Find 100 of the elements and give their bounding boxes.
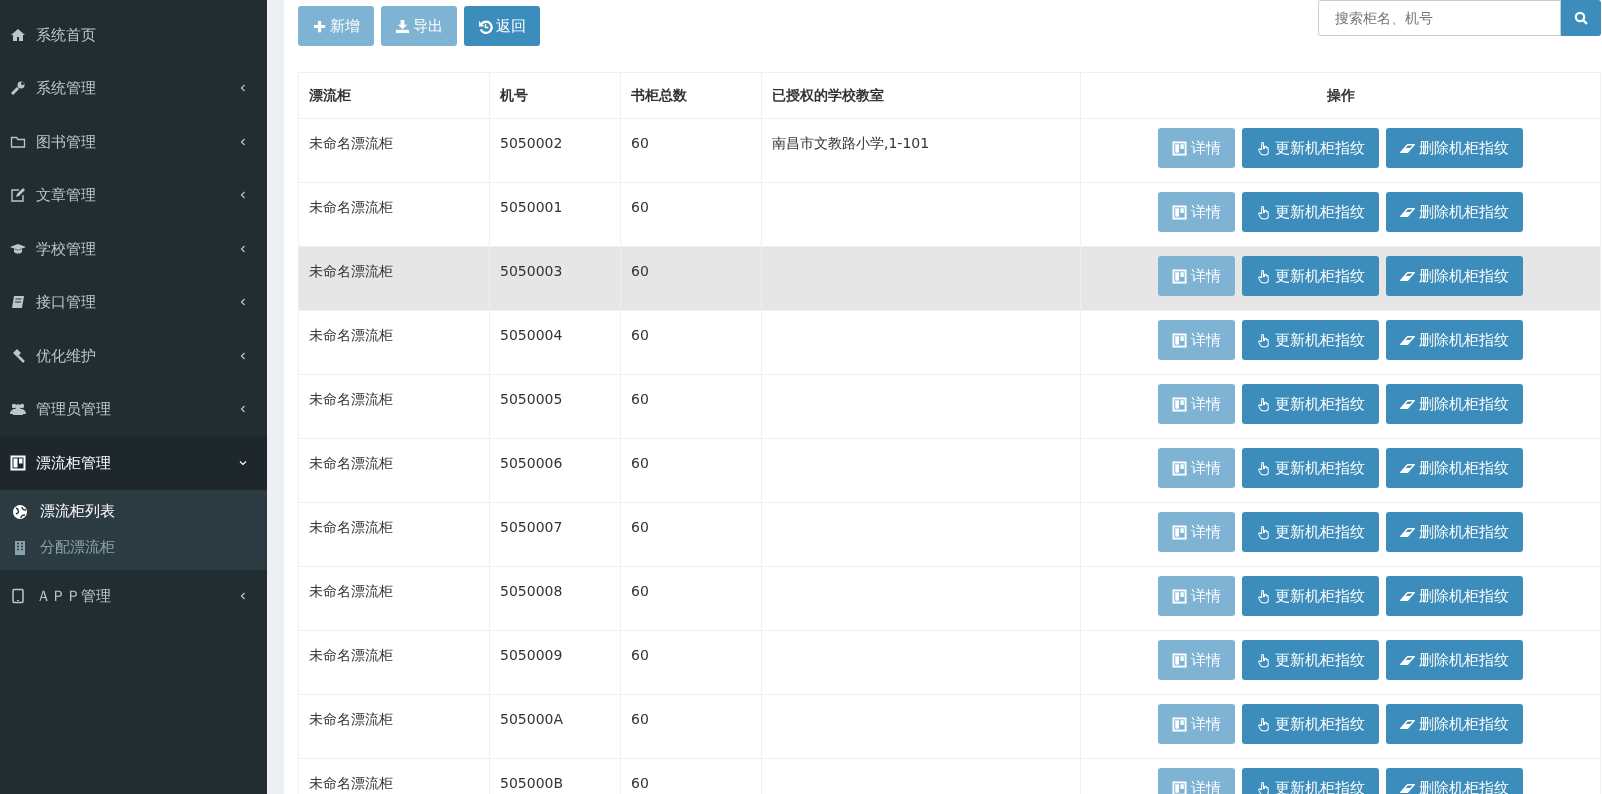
table-cell: 5050003 [500, 263, 563, 279]
sidebar-item[interactable]: 管理员管理 [0, 382, 267, 436]
row-action-button[interactable]: 更新机柜指纹 [1242, 256, 1379, 296]
table-cell: 未命名漂流柜 [309, 519, 393, 535]
edit-icon [10, 187, 26, 204]
table-cell: 未命名漂流柜 [309, 775, 393, 791]
table-cell: 未命名漂流柜 [309, 583, 393, 599]
globe-icon [12, 503, 28, 520]
row-action-button[interactable]: 删除机柜指纹 [1386, 192, 1523, 232]
table-cell: 未命名漂流柜 [309, 199, 393, 215]
sidebar-item[interactable]: 学校管理 [0, 222, 267, 276]
row-action-button[interactable]: 更新机柜指纹 [1242, 384, 1379, 424]
row-action-button[interactable]: 删除机柜指纹 [1386, 704, 1523, 744]
board-icon [1172, 140, 1187, 156]
table-cell: 60 [631, 327, 649, 343]
board-icon [1172, 460, 1187, 476]
building-icon [12, 539, 28, 556]
submenu-item[interactable]: 分配漂流柜 [0, 529, 267, 566]
pointing-hand-icon [1256, 460, 1271, 476]
search-icon [1574, 11, 1588, 25]
home-icon [10, 26, 26, 43]
table-cell: 60 [631, 583, 649, 599]
sidebar-item[interactable]: 漂流柜管理 [0, 436, 267, 490]
board-icon [1172, 716, 1187, 732]
board-icon [1172, 268, 1187, 284]
table-cell: 5050008 [500, 583, 563, 599]
search-input[interactable]: 搜索柜名、机号 [1318, 0, 1561, 36]
row-action-button[interactable]: 删除机柜指纹 [1386, 512, 1523, 552]
column-header: 书柜总数 [620, 72, 762, 119]
row-action-button[interactable]: 更新机柜指纹 [1242, 640, 1379, 680]
row-action-button[interactable]: 删除机柜指纹 [1386, 128, 1523, 168]
table-cell: 未命名漂流柜 [309, 711, 393, 727]
board-icon [1172, 396, 1187, 412]
search-button[interactable] [1561, 0, 1601, 36]
table-cell: 60 [631, 647, 649, 663]
pointing-hand-icon [1256, 140, 1271, 156]
table-cell: 5050004 [500, 327, 563, 343]
pointing-hand-icon [1256, 652, 1271, 668]
row-action-button[interactable]: 删除机柜指纹 [1386, 256, 1523, 296]
row-action-button[interactable]: 更新机柜指纹 [1242, 704, 1379, 744]
pointing-hand-icon [1256, 268, 1271, 284]
table-cell: 南昌市文教路小学,1-101 [772, 135, 930, 151]
sidebar-item[interactable]: ＡＰＰ管理 [0, 569, 267, 623]
table-cell: 未命名漂流柜 [309, 391, 393, 407]
board-icon [1172, 588, 1187, 604]
sidebar-item[interactable]: 系统管理 [0, 61, 267, 115]
table-cell: 60 [631, 711, 649, 727]
table-cell: 5050009 [500, 647, 563, 663]
submenu-item[interactable]: 漂流柜列表 [0, 493, 267, 530]
table-cell: 60 [631, 263, 649, 279]
pointing-hand-icon [1256, 780, 1271, 794]
sidebar-item[interactable]: 系统首页 [0, 8, 267, 62]
row-action-button[interactable]: 删除机柜指纹 [1386, 384, 1523, 424]
board-icon [10, 454, 26, 471]
row-action-button[interactable]: 更新机柜指纹 [1242, 192, 1379, 232]
table-cell: 60 [631, 775, 649, 791]
table-cell: 5050002 [500, 135, 563, 151]
column-header: 操作 [1080, 72, 1601, 119]
toolbar-button[interactable]: 返回 [464, 6, 540, 46]
wrench-icon [10, 80, 26, 97]
board-icon [1172, 652, 1187, 668]
row-action-button[interactable]: 更新机柜指纹 [1242, 576, 1379, 616]
row-action-button[interactable]: 删除机柜指纹 [1386, 576, 1523, 616]
book-icon [10, 294, 26, 311]
sidebar-item[interactable]: 接口管理 [0, 275, 267, 329]
row-action-button[interactable]: 更新机柜指纹 [1242, 128, 1379, 168]
sidebar-item[interactable]: 图书管理 [0, 115, 267, 169]
pointing-hand-icon [1256, 524, 1271, 540]
table-cell: 5050006 [500, 455, 563, 471]
pointing-hand-icon [1256, 204, 1271, 220]
row-action-button[interactable]: 删除机柜指纹 [1386, 448, 1523, 488]
table-cell: 60 [631, 135, 649, 151]
table-cell: 未命名漂流柜 [309, 455, 393, 471]
download-icon [395, 18, 410, 34]
table-cell: 5050007 [500, 519, 563, 535]
row-action-button[interactable]: 删除机柜指纹 [1386, 320, 1523, 360]
search-field[interactable]: 搜索柜名、机号 [1318, 0, 1601, 46]
table-cell: 60 [631, 455, 649, 471]
board-icon [1172, 332, 1187, 348]
row-action-button[interactable]: 更新机柜指纹 [1242, 448, 1379, 488]
table-cell: 未命名漂流柜 [309, 647, 393, 663]
undo-icon [478, 18, 493, 34]
column-header: 漂流柜 [298, 72, 490, 119]
sidebar-item[interactable]: 优化维护 [0, 329, 267, 383]
table-cell: 60 [631, 519, 649, 535]
board-icon [1172, 204, 1187, 220]
row-action-button[interactable]: 删除机柜指纹 [1386, 640, 1523, 680]
table-cell: 505000B [500, 775, 564, 791]
sidebar-item[interactable]: 文章管理 [0, 168, 267, 222]
table-cell: 60 [631, 199, 649, 215]
row-action-button[interactable]: 更新机柜指纹 [1242, 320, 1379, 360]
table-cell: 5050005 [500, 391, 563, 407]
table-cell: 未命名漂流柜 [309, 263, 393, 279]
pointing-hand-icon [1256, 716, 1271, 732]
table-cell: 未命名漂流柜 [309, 327, 393, 343]
table-cell: 60 [631, 391, 649, 407]
users-icon [10, 401, 26, 418]
plus-icon [312, 18, 327, 34]
board-icon [1172, 780, 1187, 794]
row-action-button[interactable]: 更新机柜指纹 [1242, 512, 1379, 552]
